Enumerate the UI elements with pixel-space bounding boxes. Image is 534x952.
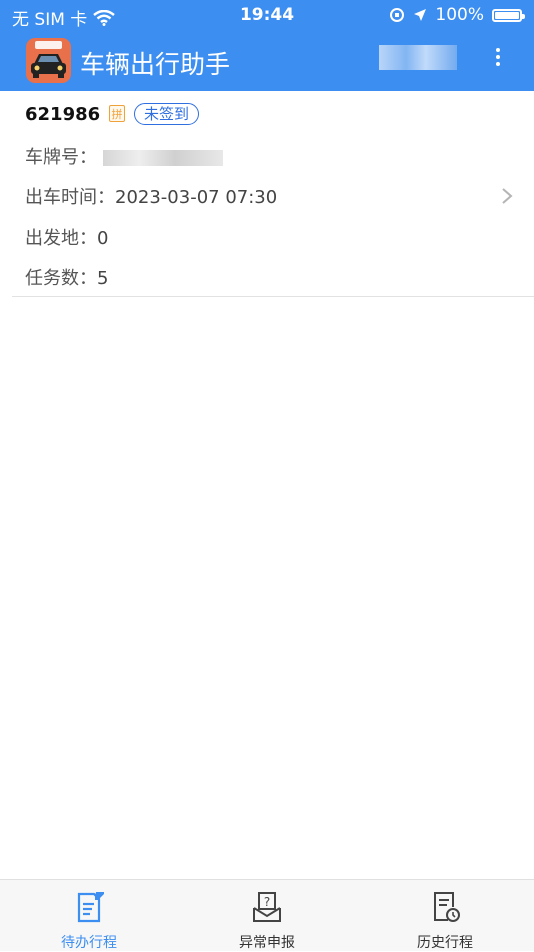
origin-value: 0	[97, 228, 109, 249]
plate-value-blurred	[102, 150, 223, 166]
tab-todo-trips[interactable]: 待办行程	[0, 880, 178, 951]
battery-icon	[492, 8, 525, 22]
divider	[12, 296, 534, 297]
departure-time-label: 出车时间：	[25, 187, 115, 208]
tab-exception-report[interactable]: ? 异常申报	[178, 880, 356, 951]
carpool-badge: 拼	[109, 105, 125, 122]
tab-history-trips[interactable]: 历史行程	[356, 880, 534, 951]
status-right: 100%	[389, 5, 525, 25]
app-title: 车辆出行助手	[80, 50, 231, 79]
car-logo-icon	[26, 38, 71, 83]
more-menu-icon[interactable]	[488, 48, 508, 74]
trip-card[interactable]: 621986 拼 未签到 车牌号： 出车时间：2023-03-07 07:30 …	[0, 91, 534, 299]
departure-time-value: 2023-03-07 07:30	[115, 187, 278, 208]
trip-id: 621986	[25, 104, 101, 125]
battery-percent: 100%	[435, 5, 484, 25]
origin-label: 出发地：	[25, 228, 97, 249]
history-trip-icon	[434, 892, 460, 922]
origin-row: 出发地：0	[25, 224, 108, 250]
location-arrow-icon	[414, 9, 427, 21]
app-bar: 车辆出行助手	[0, 36, 534, 88]
orientation-lock-icon	[390, 8, 405, 22]
plate-row: 车牌号：	[25, 143, 223, 169]
user-name-blurred	[379, 45, 457, 70]
tab-bar: 待办行程 ? 异常申报 历史行程	[0, 879, 534, 951]
tab-label: 历史行程	[417, 935, 473, 951]
status-bar: 无 SIM 卡 19:44 100%	[0, 0, 534, 30]
departure-time-row: 出车时间：2023-03-07 07:30	[25, 183, 277, 209]
tasks-label: 任务数：	[25, 268, 97, 289]
exception-report-icon: ?	[253, 892, 281, 922]
status-badge: 未签到	[134, 103, 200, 125]
todo-trip-icon	[77, 892, 104, 923]
chevron-right-icon[interactable]	[500, 187, 514, 205]
tasks-row: 任务数：5	[25, 264, 108, 290]
tab-label: 待办行程	[61, 935, 117, 951]
plate-label: 车牌号：	[25, 147, 97, 168]
header: 无 SIM 卡 19:44 100% 车辆出行助手	[0, 0, 534, 91]
svg-text:?: ?	[264, 895, 270, 909]
tasks-value: 5	[97, 268, 109, 289]
tab-label: 异常申报	[239, 935, 295, 951]
